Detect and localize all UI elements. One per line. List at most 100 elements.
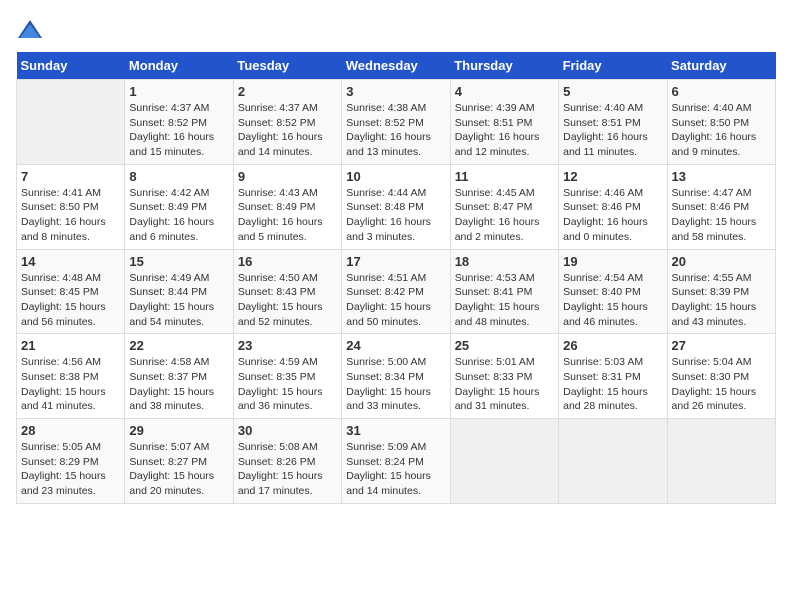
calendar-cell: 12 Sunrise: 4:46 AM Sunset: 8:46 PM Dayli… <box>559 164 667 249</box>
day-detail: Sunrise: 4:51 AM Sunset: 8:42 PM Dayligh… <box>346 271 445 330</box>
day-number: 7 <box>21 169 120 184</box>
day-detail: Sunrise: 4:45 AM Sunset: 8:47 PM Dayligh… <box>455 186 554 245</box>
day-number: 2 <box>238 84 337 99</box>
day-detail: Sunrise: 4:40 AM Sunset: 8:50 PM Dayligh… <box>672 101 771 160</box>
day-number: 13 <box>672 169 771 184</box>
day-detail: Sunrise: 4:42 AM Sunset: 8:49 PM Dayligh… <box>129 186 228 245</box>
day-number: 15 <box>129 254 228 269</box>
calendar-cell <box>559 419 667 504</box>
day-detail: Sunrise: 5:04 AM Sunset: 8:30 PM Dayligh… <box>672 355 771 414</box>
calendar-cell: 6 Sunrise: 4:40 AM Sunset: 8:50 PM Daylig… <box>667 80 775 165</box>
calendar-cell <box>17 80 125 165</box>
day-detail: Sunrise: 4:54 AM Sunset: 8:40 PM Dayligh… <box>563 271 662 330</box>
day-number: 1 <box>129 84 228 99</box>
day-detail: Sunrise: 4:46 AM Sunset: 8:46 PM Dayligh… <box>563 186 662 245</box>
day-number: 19 <box>563 254 662 269</box>
calendar-cell: 28 Sunrise: 5:05 AM Sunset: 8:29 PM Dayli… <box>17 419 125 504</box>
calendar-cell: 21 Sunrise: 4:56 AM Sunset: 8:38 PM Dayli… <box>17 334 125 419</box>
calendar-table: SundayMondayTuesdayWednesdayThursdayFrid… <box>16 52 776 504</box>
day-number: 30 <box>238 423 337 438</box>
calendar-cell: 1 Sunrise: 4:37 AM Sunset: 8:52 PM Daylig… <box>125 80 233 165</box>
day-header-monday: Monday <box>125 52 233 80</box>
day-detail: Sunrise: 5:01 AM Sunset: 8:33 PM Dayligh… <box>455 355 554 414</box>
day-number: 3 <box>346 84 445 99</box>
day-number: 9 <box>238 169 337 184</box>
day-detail: Sunrise: 4:40 AM Sunset: 8:51 PM Dayligh… <box>563 101 662 160</box>
day-number: 6 <box>672 84 771 99</box>
day-detail: Sunrise: 4:53 AM Sunset: 8:41 PM Dayligh… <box>455 271 554 330</box>
calendar-cell: 25 Sunrise: 5:01 AM Sunset: 8:33 PM Dayli… <box>450 334 558 419</box>
calendar-cell: 3 Sunrise: 4:38 AM Sunset: 8:52 PM Daylig… <box>342 80 450 165</box>
calendar-cell: 27 Sunrise: 5:04 AM Sunset: 8:30 PM Dayli… <box>667 334 775 419</box>
day-header-tuesday: Tuesday <box>233 52 341 80</box>
week-row-5: 28 Sunrise: 5:05 AM Sunset: 8:29 PM Dayli… <box>17 419 776 504</box>
day-number: 17 <box>346 254 445 269</box>
day-detail: Sunrise: 4:49 AM Sunset: 8:44 PM Dayligh… <box>129 271 228 330</box>
day-number: 8 <box>129 169 228 184</box>
day-detail: Sunrise: 4:59 AM Sunset: 8:35 PM Dayligh… <box>238 355 337 414</box>
calendar-cell: 18 Sunrise: 4:53 AM Sunset: 8:41 PM Dayli… <box>450 249 558 334</box>
calendar-cell: 14 Sunrise: 4:48 AM Sunset: 8:45 PM Dayli… <box>17 249 125 334</box>
day-detail: Sunrise: 4:44 AM Sunset: 8:48 PM Dayligh… <box>346 186 445 245</box>
day-detail: Sunrise: 4:37 AM Sunset: 8:52 PM Dayligh… <box>238 101 337 160</box>
calendar-cell: 19 Sunrise: 4:54 AM Sunset: 8:40 PM Dayli… <box>559 249 667 334</box>
day-number: 20 <box>672 254 771 269</box>
day-number: 12 <box>563 169 662 184</box>
logo <box>16 16 48 44</box>
calendar-cell: 29Sunrise: 5:07 AM Sunset: 8:27 PM Dayli… <box>125 419 233 504</box>
calendar-cell: 20 Sunrise: 4:55 AM Sunset: 8:39 PM Dayli… <box>667 249 775 334</box>
day-number: 5 <box>563 84 662 99</box>
day-detail: Sunrise: 4:39 AM Sunset: 8:51 PM Dayligh… <box>455 101 554 160</box>
day-number: 21 <box>21 338 120 353</box>
calendar-cell: 15 Sunrise: 4:49 AM Sunset: 8:44 PM Dayli… <box>125 249 233 334</box>
calendar-cell: 16 Sunrise: 4:50 AM Sunset: 8:43 PM Dayli… <box>233 249 341 334</box>
day-number: 28 <box>21 423 120 438</box>
day-detail: Sunrise: 4:58 AM Sunset: 8:37 PM Dayligh… <box>129 355 228 414</box>
day-detail: Sunrise: 4:50 AM Sunset: 8:43 PM Dayligh… <box>238 271 337 330</box>
day-detail: Sunrise: 4:41 AM Sunset: 8:50 PM Dayligh… <box>21 186 120 245</box>
day-detail: Sunrise: 4:38 AM Sunset: 8:52 PM Dayligh… <box>346 101 445 160</box>
calendar-cell: 22 Sunrise: 4:58 AM Sunset: 8:37 PM Dayli… <box>125 334 233 419</box>
day-header-friday: Friday <box>559 52 667 80</box>
day-number: 25 <box>455 338 554 353</box>
day-detail: Sunrise: 4:47 AM Sunset: 8:46 PM Dayligh… <box>672 186 771 245</box>
day-header-saturday: Saturday <box>667 52 775 80</box>
day-number: 31 <box>346 423 445 438</box>
day-detail: Sunrise: 4:37 AM Sunset: 8:52 PM Dayligh… <box>129 101 228 160</box>
day-detail: Sunrise: 5:00 AM Sunset: 8:34 PM Dayligh… <box>346 355 445 414</box>
day-number: 16 <box>238 254 337 269</box>
calendar-cell: 17 Sunrise: 4:51 AM Sunset: 8:42 PM Dayli… <box>342 249 450 334</box>
day-detail: Sunrise: 5:08 AM Sunset: 8:26 PM Dayligh… <box>238 440 337 499</box>
day-number: 27 <box>672 338 771 353</box>
calendar-cell: 11Sunrise: 4:45 AM Sunset: 8:47 PM Dayli… <box>450 164 558 249</box>
day-detail: Sunrise: 5:03 AM Sunset: 8:31 PM Dayligh… <box>563 355 662 414</box>
day-detail: Sunrise: 4:48 AM Sunset: 8:45 PM Dayligh… <box>21 271 120 330</box>
calendar-cell: 5 Sunrise: 4:40 AM Sunset: 8:51 PM Daylig… <box>559 80 667 165</box>
calendar-cell: 13 Sunrise: 4:47 AM Sunset: 8:46 PM Dayli… <box>667 164 775 249</box>
calendar-cell: 30 Sunrise: 5:08 AM Sunset: 8:26 PM Dayli… <box>233 419 341 504</box>
day-header-sunday: Sunday <box>17 52 125 80</box>
header <box>16 16 776 44</box>
day-detail: Sunrise: 4:56 AM Sunset: 8:38 PM Dayligh… <box>21 355 120 414</box>
day-detail: Sunrise: 5:07 AM Sunset: 8:27 PM Dayligh… <box>129 440 228 499</box>
day-header-thursday: Thursday <box>450 52 558 80</box>
calendar-cell: 2 Sunrise: 4:37 AM Sunset: 8:52 PM Daylig… <box>233 80 341 165</box>
day-detail: Sunrise: 5:09 AM Sunset: 8:24 PM Dayligh… <box>346 440 445 499</box>
calendar-cell: 4Sunrise: 4:39 AM Sunset: 8:51 PM Daylig… <box>450 80 558 165</box>
day-detail: Sunrise: 4:55 AM Sunset: 8:39 PM Dayligh… <box>672 271 771 330</box>
calendar-cell: 26 Sunrise: 5:03 AM Sunset: 8:31 PM Dayli… <box>559 334 667 419</box>
day-number: 14 <box>21 254 120 269</box>
calendar-cell <box>667 419 775 504</box>
day-number: 22 <box>129 338 228 353</box>
day-detail: Sunrise: 5:05 AM Sunset: 8:29 PM Dayligh… <box>21 440 120 499</box>
week-row-4: 21 Sunrise: 4:56 AM Sunset: 8:38 PM Dayli… <box>17 334 776 419</box>
header-row: SundayMondayTuesdayWednesdayThursdayFrid… <box>17 52 776 80</box>
day-header-wednesday: Wednesday <box>342 52 450 80</box>
calendar-cell: 8 Sunrise: 4:42 AM Sunset: 8:49 PM Daylig… <box>125 164 233 249</box>
day-number: 10 <box>346 169 445 184</box>
day-number: 26 <box>563 338 662 353</box>
day-number: 18 <box>455 254 554 269</box>
week-row-3: 14 Sunrise: 4:48 AM Sunset: 8:45 PM Dayli… <box>17 249 776 334</box>
week-row-2: 7 Sunrise: 4:41 AM Sunset: 8:50 PM Daylig… <box>17 164 776 249</box>
calendar-cell: 7 Sunrise: 4:41 AM Sunset: 8:50 PM Daylig… <box>17 164 125 249</box>
